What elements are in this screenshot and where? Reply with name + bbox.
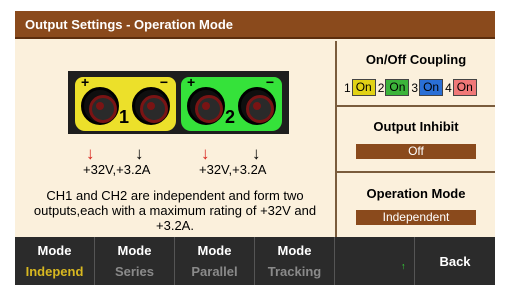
ch2-positive-jack-icon (187, 87, 225, 125)
softkey-label: Mode (277, 243, 312, 258)
output-terminals: + − 1 + − 2 (68, 71, 289, 134)
inhibit-title: Output Inhibit (373, 119, 459, 134)
softkey-sublabel: Independ (25, 264, 84, 279)
page-title: Output Settings - Operation Mode (25, 17, 233, 32)
ch1-terminal: + − 1 (75, 74, 176, 131)
mode-value: Independent (356, 210, 476, 225)
coupling-title: On/Off Coupling (365, 52, 467, 67)
coupling-num-1: 1 (344, 80, 351, 95)
ch2-terminal: + − 2 (181, 74, 282, 131)
coupling-state-2: On (385, 79, 410, 96)
ch1-plus-label: + (81, 74, 90, 90)
softkey-mode-series[interactable]: Mode Series (95, 237, 175, 285)
softkey-label: Mode (197, 243, 232, 258)
ch2-negative-jack-icon (238, 87, 276, 125)
coupling-num-3: 3 (411, 80, 419, 95)
ch2-minus-label: − (265, 74, 274, 90)
softkey-mode-independ[interactable]: Mode Independ (15, 237, 95, 285)
ch2-number: 2 (225, 107, 236, 127)
softkey-bar: Mode Independ Mode Series Mode Parallel … (15, 237, 495, 285)
main-area: + − 1 + − 2 ↓ ↓ ↓ ↓ +32V,+3.2A +32V,+3.2… (15, 41, 335, 237)
softkey-mode-parallel[interactable]: Mode Parallel (175, 237, 255, 285)
inhibit-value: Off (356, 144, 476, 159)
ch1-negative-jack-icon (132, 87, 170, 125)
coupling-state-3: On (419, 79, 444, 96)
ch2-rating: +32V,+3.2A (199, 162, 267, 177)
mode-title: Operation Mode (366, 186, 466, 201)
ch1-positive-jack-icon (81, 87, 119, 125)
mode-description: CH1 and CH2 are independent and form two… (33, 188, 317, 233)
title-bar: Output Settings - Operation Mode (15, 11, 495, 39)
ch1-red-arrow-icon: ↓ (86, 144, 95, 163)
coupling-num-2: 2 (377, 80, 385, 95)
coupling-list: 1 On 2 On 3 On 4 On (344, 79, 479, 96)
inhibit-panel: Output Inhibit Off (337, 107, 495, 173)
coupling-state-4: On (452, 79, 477, 96)
mode-panel: Operation Mode Independent (337, 173, 495, 237)
softkey-sublabel: Series (114, 264, 155, 279)
ch1-black-arrow-icon: ↓ (135, 144, 144, 163)
softkey-sublabel: Tracking (267, 264, 322, 279)
status-sidebar: On/Off Coupling 1 On 2 On 3 On 4 On Outp… (335, 41, 495, 237)
ch1-rating: +32V,+3.2A (83, 162, 151, 177)
up-arrow-icon: ↑ (401, 261, 406, 271)
back-label: Back (439, 254, 471, 269)
ch1-minus-label: − (159, 74, 168, 90)
ch2-black-arrow-icon: ↓ (252, 144, 261, 163)
coupling-num-4: 4 (445, 80, 452, 95)
coupling-panel: On/Off Coupling 1 On 2 On 3 On 4 On (337, 41, 495, 107)
ch2-plus-label: + (187, 74, 196, 90)
softkey-mode-tracking[interactable]: Mode Tracking (255, 237, 335, 285)
softkey-label: Mode (117, 243, 152, 258)
softkey-label: Mode (37, 243, 72, 258)
screen: Output Settings - Operation Mode + − 1 +… (15, 11, 495, 285)
ch2-red-arrow-icon: ↓ (201, 144, 210, 163)
ch1-number: 1 (119, 107, 130, 127)
back-button[interactable]: Back (415, 237, 495, 285)
coupling-state-1: On (351, 79, 376, 96)
softkey-sublabel: Parallel (191, 264, 238, 279)
